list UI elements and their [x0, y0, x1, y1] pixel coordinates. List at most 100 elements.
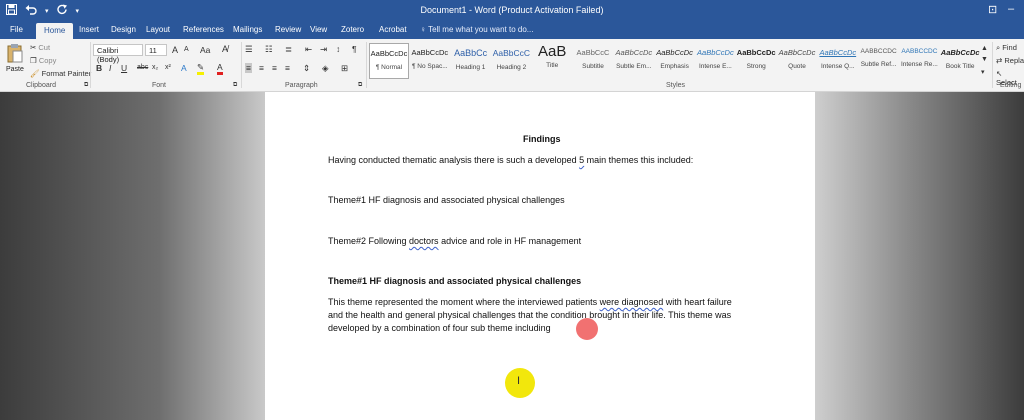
ribbon-display-options-icon[interactable]: ⊡	[988, 3, 997, 16]
style-name: Heading 2	[496, 64, 527, 71]
style-12[interactable]: AABBCCDC Subtle Ref...	[859, 43, 899, 79]
shrink-font-button[interactable]: A	[184, 46, 189, 53]
tab-home[interactable]: Home	[36, 23, 74, 39]
tell-me-text: Tell me what you want to do...	[428, 25, 534, 34]
tab-references[interactable]: References	[183, 25, 224, 34]
tab-acrobat[interactable]: Acrobat	[379, 25, 407, 34]
style-13[interactable]: AABBCCDC Intense Re...	[899, 43, 939, 79]
style-11[interactable]: AaBbCcDc Intense Q...	[818, 43, 858, 79]
subscript-button[interactable]: x₂	[152, 64, 158, 71]
style-4[interactable]: AaB Title	[532, 43, 572, 79]
style-name: Emphasis	[660, 63, 689, 70]
paintbrush-icon: 🖌	[30, 69, 40, 78]
superscript-button[interactable]: x²	[165, 64, 171, 71]
align-right-icon[interactable]: ≡	[272, 63, 277, 73]
copy-button[interactable]: ❐ Copy	[30, 56, 56, 65]
find-button[interactable]: ⌕ Find	[996, 43, 1017, 53]
paste-button[interactable]: Paste	[6, 43, 26, 79]
style-2[interactable]: AaBbCc Heading 1	[451, 43, 491, 79]
multilevel-list-icon[interactable]: ≣	[285, 44, 292, 55]
tab-file[interactable]: File	[10, 25, 23, 34]
window-title: Document1 - Word (Product Activation Fai…	[420, 5, 604, 15]
italic-button[interactable]: I	[109, 63, 111, 73]
style-preview: AaB	[538, 43, 567, 60]
document-page[interactable]: Findings Having conducted thematic analy…	[265, 92, 815, 420]
underline-button[interactable]: U	[121, 63, 127, 73]
tab-zotero[interactable]: Zotero	[341, 25, 364, 34]
format-painter-button[interactable]: 🖌 Format Painter	[30, 69, 91, 78]
style-5[interactable]: AaBbCcC Subtitle	[573, 43, 613, 79]
style-3[interactable]: AaBbCcC Heading 2	[491, 43, 531, 79]
text-effects-icon[interactable]: A	[181, 63, 187, 73]
bullets-icon[interactable]: ☰	[245, 44, 253, 55]
body-line-3: developed by a combination of four sub t…	[328, 323, 551, 333]
font-size-box[interactable]: 11	[145, 44, 167, 56]
tab-review[interactable]: Review	[275, 25, 301, 34]
style-preview: AaBbCcDc	[736, 48, 776, 57]
highlight-color-button[interactable]: ✎	[197, 62, 205, 75]
style-0[interactable]: AaBbCcDc ¶ Normal	[369, 43, 409, 79]
style-14[interactable]: AaBbCcDc Book Title	[940, 43, 980, 79]
replace-icon: ⇄	[996, 56, 1003, 65]
font-name-box[interactable]: Calibri (Body)	[93, 44, 143, 64]
divider	[90, 42, 91, 88]
scroll-up-icon[interactable]: ▲	[981, 45, 988, 52]
tab-view[interactable]: View	[310, 25, 327, 34]
minimize-icon[interactable]: –	[1008, 3, 1014, 15]
dialog-launcher-icon[interactable]: ⧉	[358, 82, 362, 89]
cut-label: Cut	[38, 43, 51, 52]
grow-font-button[interactable]: A	[172, 45, 178, 55]
show-formatting-button[interactable]: ¶	[352, 44, 357, 54]
bold-button[interactable]: B	[96, 63, 102, 73]
dialog-launcher-icon[interactable]: ⧉	[233, 82, 237, 89]
tab-layout[interactable]: Layout	[146, 25, 170, 34]
clear-formatting-icon[interactable]: A̸	[222, 44, 228, 54]
tell-me-box[interactable]: ♀ Tell me what you want to do...	[420, 25, 533, 34]
tab-insert[interactable]: Insert	[79, 25, 99, 34]
strikethrough-button[interactable]: abc	[137, 64, 148, 71]
align-left-icon[interactable]: ≡	[245, 63, 252, 73]
sort-icon[interactable]: ↕	[336, 44, 340, 54]
editing-group-label: Editing	[1000, 82, 1022, 89]
font-size-value: 11	[149, 46, 157, 55]
font-color-button[interactable]: A	[217, 62, 223, 75]
style-8[interactable]: AaBbCcDc Intense E...	[695, 43, 735, 79]
style-name: Intense Re...	[900, 61, 938, 68]
shading-icon[interactable]: ◈	[322, 63, 329, 74]
justify-icon[interactable]: ≡	[285, 63, 290, 73]
line-spacing-icon[interactable]: ⇕	[303, 63, 310, 74]
style-name: Heading 1	[455, 64, 486, 71]
numbering-icon[interactable]: ☷	[265, 44, 273, 55]
borders-icon[interactable]: ⊞	[341, 63, 348, 74]
decrease-indent-icon[interactable]: ⇤	[305, 44, 312, 55]
style-preview: AaBbCcDc	[697, 48, 734, 57]
body-line-1-were-diagnosed: were diagnosed	[599, 297, 664, 307]
style-7[interactable]: AaBbCcDc Emphasis	[655, 43, 695, 79]
change-case-button[interactable]: Aa	[200, 45, 210, 55]
style-name: Subtle Em...	[616, 63, 652, 70]
tab-mailings[interactable]: Mailings	[233, 25, 262, 34]
tab-design[interactable]: Design	[111, 25, 136, 34]
increase-indent-icon[interactable]: ⇥	[320, 44, 327, 55]
replace-label: Repla	[1004, 56, 1024, 65]
style-name: Strong	[746, 63, 766, 70]
replace-button[interactable]: ⇄ Repla	[996, 56, 1024, 65]
style-9[interactable]: AaBbCcDc Strong	[736, 43, 776, 79]
theme-2-start: Theme#2 Following	[328, 236, 410, 246]
ribbon-tabs: File Home Insert Design Layout Reference…	[0, 22, 1024, 39]
body-line-1: This theme represented the moment where …	[328, 297, 732, 307]
align-center-icon[interactable]: ≡	[259, 63, 264, 73]
body-line-1-end: with heart failure	[663, 297, 732, 307]
clipboard-icon	[7, 44, 23, 63]
paragraph-group-label: Paragraph	[285, 82, 318, 89]
find-label: Find	[1002, 43, 1017, 52]
cut-button[interactable]: ✂ Cut	[30, 43, 50, 52]
style-6[interactable]: AaBbCcDc Subtle Em...	[614, 43, 654, 79]
style-10[interactable]: AaBbCcDc Quote	[777, 43, 817, 79]
style-name: ¶ No Spac...	[411, 63, 448, 70]
scroll-down-icon[interactable]: ▼	[981, 56, 988, 63]
more-styles-icon[interactable]: ▾	[981, 68, 985, 76]
cursor-highlight: I	[505, 368, 535, 398]
dialog-launcher-icon[interactable]: ⧉	[84, 82, 88, 89]
style-1[interactable]: AaBbCcDc ¶ No Spac...	[410, 43, 450, 79]
